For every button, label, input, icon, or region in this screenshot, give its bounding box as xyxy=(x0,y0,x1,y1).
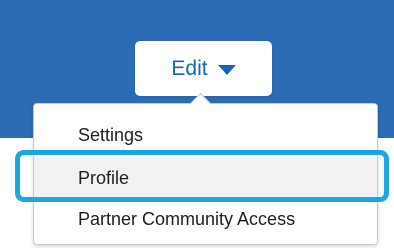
menu-item-label: Partner Community Access xyxy=(78,208,296,229)
menu-item-label: Profile xyxy=(78,167,130,188)
menu-item-settings[interactable]: Settings xyxy=(34,114,377,156)
edit-button-label: Edit xyxy=(171,56,208,80)
edit-dropdown-menu: Settings Profile Partner Community Acces… xyxy=(33,103,378,245)
chevron-down-icon xyxy=(217,64,236,75)
edit-button[interactable]: Edit xyxy=(135,41,272,96)
menu-item-label: Settings xyxy=(78,124,144,145)
menu-item-partner-community-access[interactable]: Partner Community Access xyxy=(34,198,377,240)
menu-item-profile[interactable]: Profile xyxy=(34,157,377,199)
